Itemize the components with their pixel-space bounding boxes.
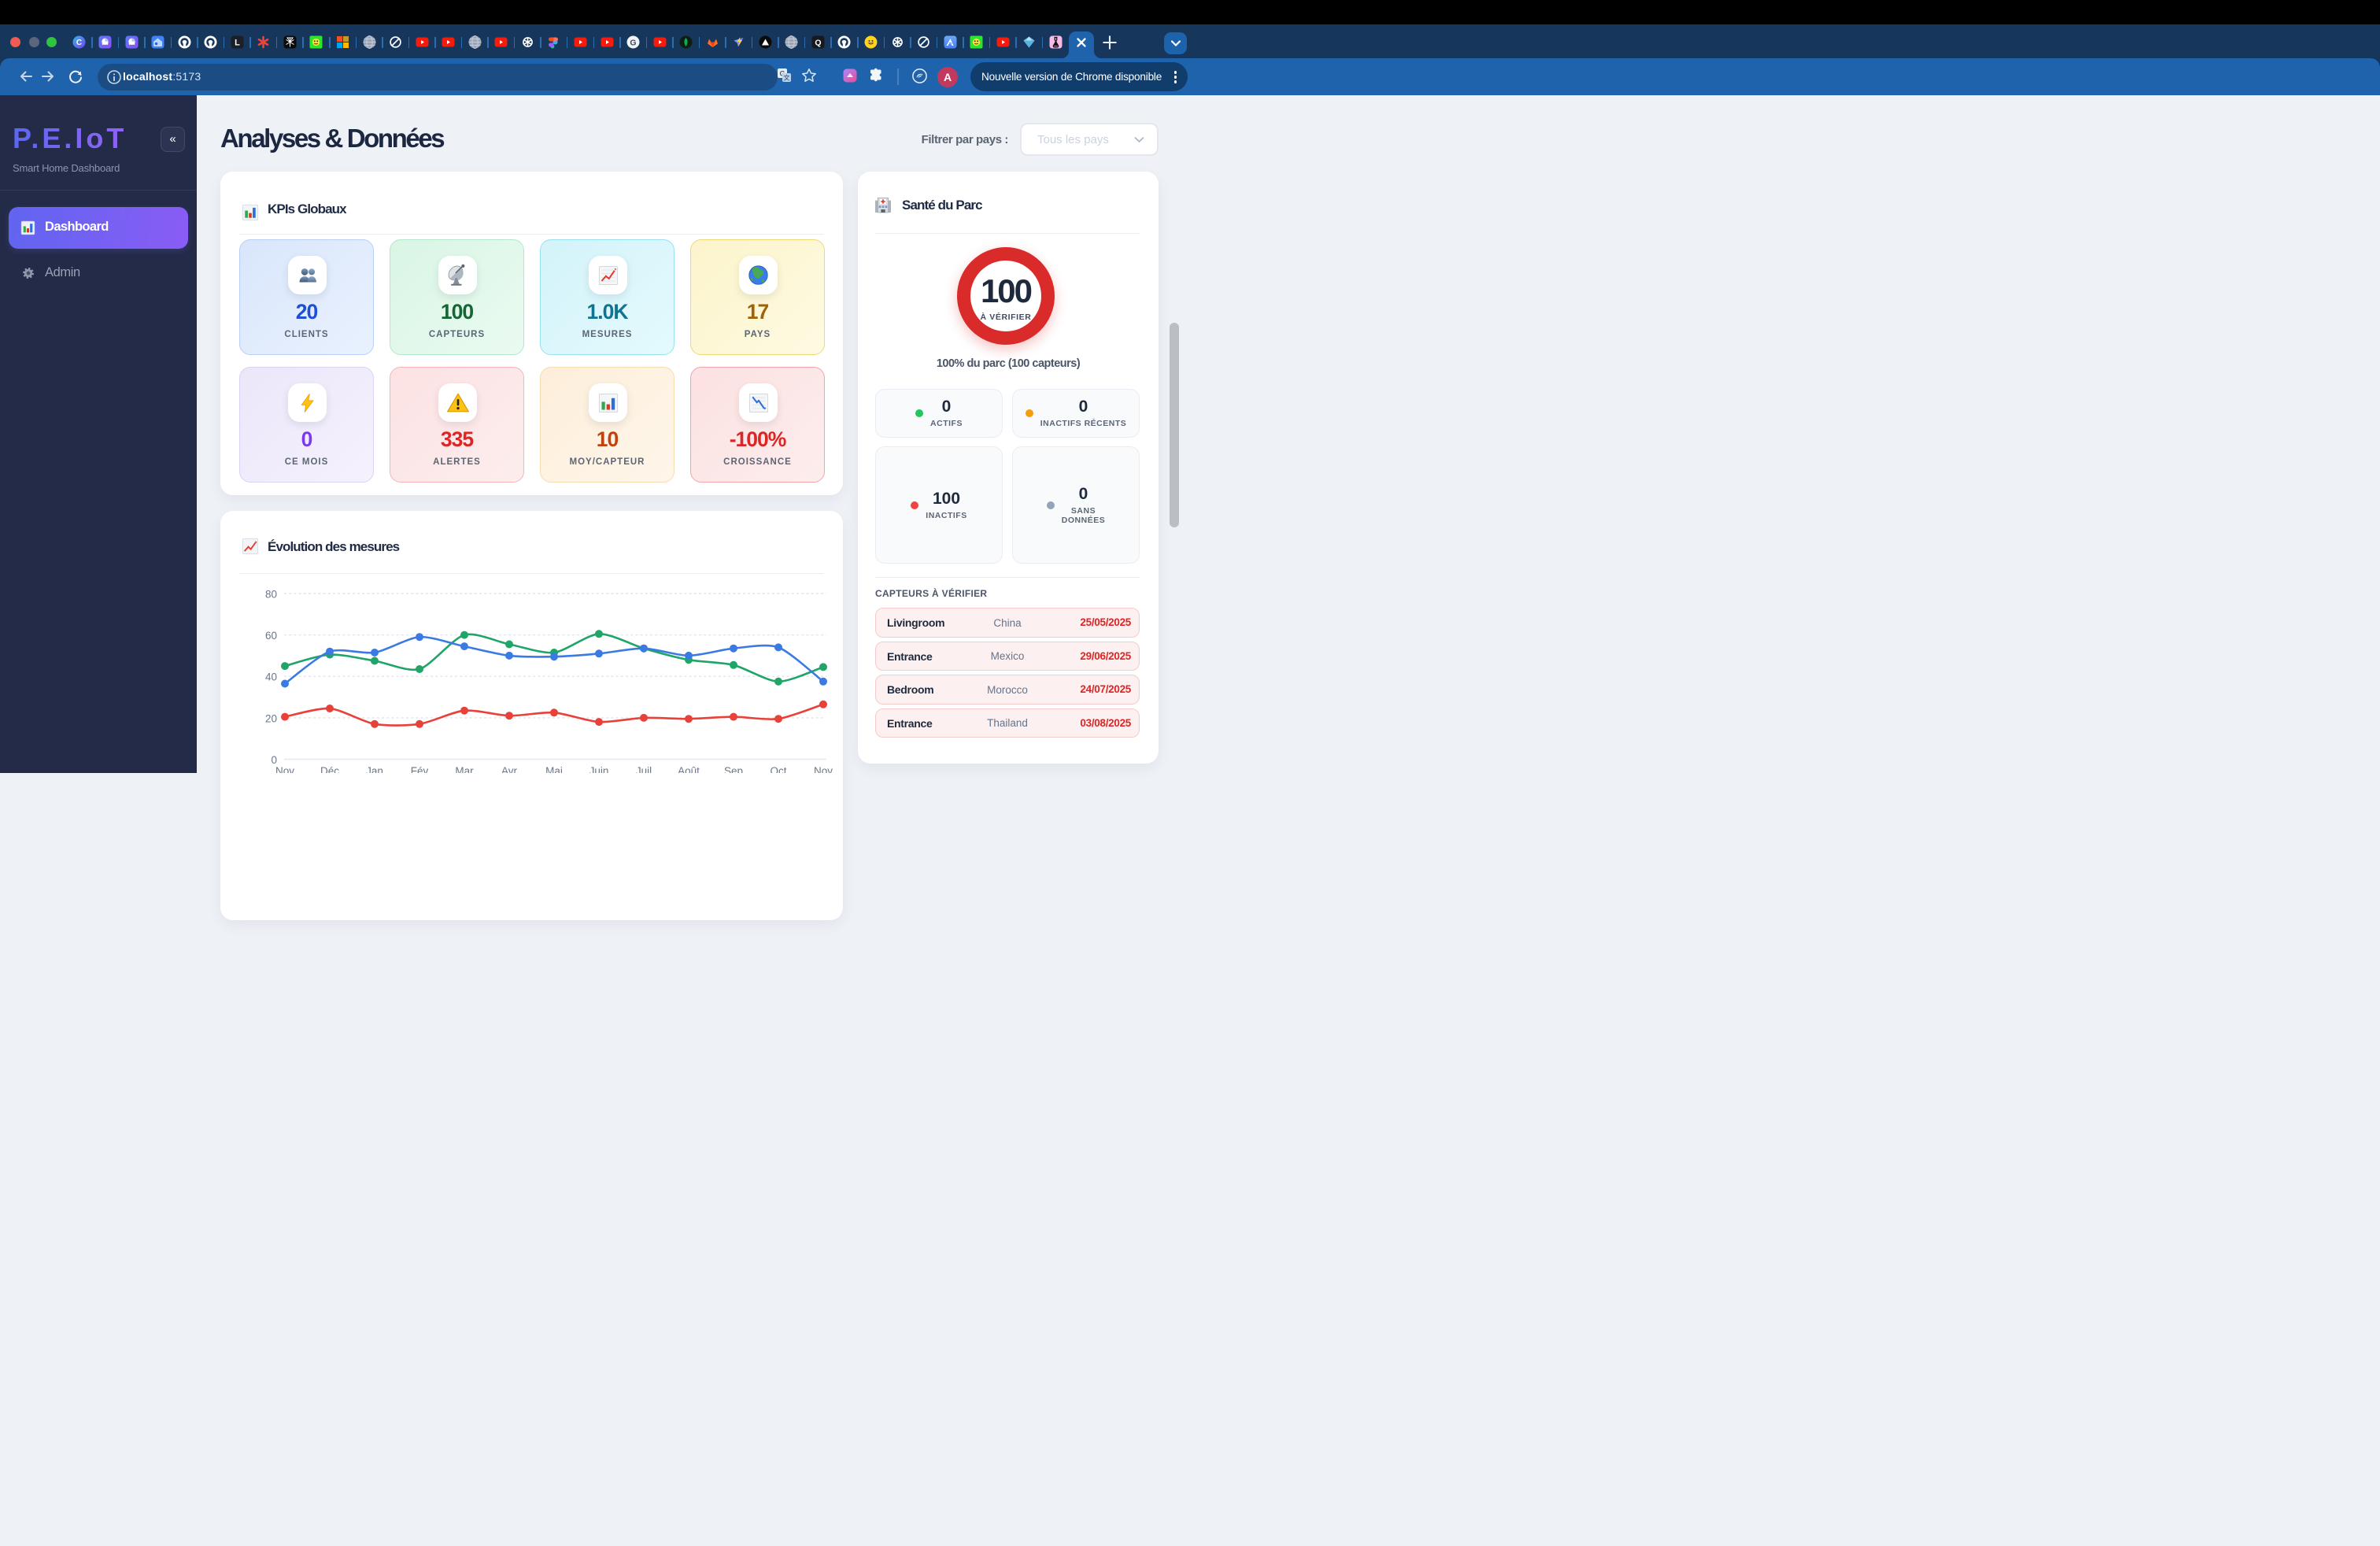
svg-text:Nov: Nov: [814, 765, 833, 773]
svg-text:Juin: Juin: [589, 765, 609, 773]
svg-text:Mar: Mar: [455, 765, 474, 773]
svg-text:60: 60: [265, 630, 277, 642]
svg-text:Fév: Fév: [411, 765, 429, 773]
svg-text:Q: Q: [815, 38, 821, 47]
svg-text:Juil: Juil: [636, 765, 652, 773]
svg-text:文: 文: [784, 74, 790, 82]
svg-text:Déc: Déc: [320, 765, 339, 773]
svg-text:Mai: Mai: [545, 765, 563, 773]
svg-text:Oct: Oct: [770, 765, 786, 773]
svg-text:20: 20: [265, 712, 277, 724]
svg-text:Jan: Jan: [366, 765, 383, 773]
svg-text:L: L: [235, 38, 240, 47]
svg-text:Sep: Sep: [724, 765, 743, 773]
svg-text:80: 80: [265, 589, 277, 601]
svg-text:Nov: Nov: [275, 765, 294, 773]
svg-text:Août: Août: [678, 765, 700, 773]
svg-text:G: G: [630, 38, 636, 47]
svg-text:0: 0: [271, 754, 277, 766]
svg-text:C: C: [76, 39, 81, 47]
svg-text:40: 40: [265, 671, 277, 683]
svg-text:Avr: Avr: [501, 765, 518, 773]
